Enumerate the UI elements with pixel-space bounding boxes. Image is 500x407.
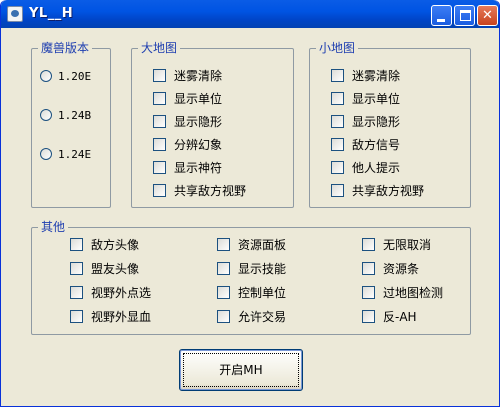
- mini-map-option[interactable]: 他人提示: [331, 160, 400, 176]
- maximize-icon: [460, 10, 471, 21]
- checkbox[interactable]: [70, 262, 83, 275]
- other-group-legend: 其他: [38, 220, 69, 234]
- mini-map-option[interactable]: 显示隐形: [331, 114, 400, 130]
- title-bar[interactable]: YL__H ✕: [1, 0, 499, 28]
- other-option[interactable]: 资源面板: [217, 237, 286, 253]
- other-option[interactable]: 盟友头像: [70, 261, 139, 277]
- checkbox[interactable]: [153, 115, 166, 128]
- checkbox[interactable]: [217, 286, 230, 299]
- checkbox[interactable]: [331, 115, 344, 128]
- checkbox[interactable]: [153, 184, 166, 197]
- checkbox[interactable]: [331, 161, 344, 174]
- checkbox[interactable]: [217, 262, 230, 275]
- checkbox[interactable]: [362, 286, 375, 299]
- checkbox[interactable]: [362, 238, 375, 251]
- big-map-group-legend: 大地图: [138, 41, 181, 55]
- minimize-icon: [437, 19, 445, 22]
- close-button[interactable]: ✕: [477, 5, 498, 26]
- other-option[interactable]: 资源条: [362, 261, 419, 277]
- other-option[interactable]: 允许交易: [217, 309, 286, 325]
- checkbox[interactable]: [70, 238, 83, 251]
- checkbox[interactable]: [153, 69, 166, 82]
- version-option-1.20e[interactable]: 1.20E: [40, 68, 91, 84]
- app-window: YL__H ✕ 魔兽版本 1.20E 1.24B 1.24E 大地图 迷雾清除 …: [0, 0, 500, 407]
- other-option[interactable]: 视野外点选: [70, 285, 151, 301]
- version-option-1.24e[interactable]: 1.24E: [40, 146, 91, 162]
- maximize-button[interactable]: [454, 5, 475, 26]
- close-icon: ✕: [482, 8, 493, 23]
- big-map-option[interactable]: 迷雾清除: [153, 68, 222, 84]
- version-group-legend: 魔兽版本: [38, 41, 93, 55]
- mini-map-option[interactable]: 共享敌方视野: [331, 183, 424, 199]
- mini-map-group: 小地图 迷雾清除 显示单位 显示隐形 敌方信号 他人提示 共享敌方视野: [309, 41, 471, 208]
- big-map-option[interactable]: 显示单位: [153, 91, 222, 107]
- radio-1.20e[interactable]: [40, 70, 52, 82]
- window-title: YL__H: [29, 6, 74, 21]
- checkbox[interactable]: [362, 262, 375, 275]
- checkbox[interactable]: [70, 286, 83, 299]
- version-option-1.24b[interactable]: 1.24B: [40, 107, 91, 123]
- start-mh-button[interactable]: 开启MH: [179, 349, 303, 391]
- checkbox[interactable]: [153, 138, 166, 151]
- checkbox[interactable]: [362, 310, 375, 323]
- checkbox[interactable]: [217, 238, 230, 251]
- mini-map-group-legend: 小地图: [316, 41, 359, 55]
- big-map-option[interactable]: 共享敌方视野: [153, 183, 246, 199]
- mini-map-option[interactable]: 迷雾清除: [331, 68, 400, 84]
- other-option[interactable]: 过地图检测: [362, 285, 443, 301]
- other-option[interactable]: 敌方头像: [70, 237, 139, 253]
- big-map-group: 大地图 迷雾清除 显示单位 显示隐形 分辨幻象 显示神符 共享敌方视野: [131, 41, 294, 208]
- checkbox[interactable]: [331, 69, 344, 82]
- minimize-button[interactable]: [431, 5, 452, 26]
- big-map-option[interactable]: 分辨幻象: [153, 137, 222, 153]
- radio-1.24e[interactable]: [40, 148, 52, 160]
- other-option[interactable]: 无限取消: [362, 237, 431, 253]
- client-area: 魔兽版本 1.20E 1.24B 1.24E 大地图 迷雾清除 显示单位 显示隐…: [4, 28, 497, 403]
- checkbox[interactable]: [331, 184, 344, 197]
- app-icon: [7, 6, 23, 22]
- big-map-option[interactable]: 显示隐形: [153, 114, 222, 130]
- checkbox[interactable]: [331, 92, 344, 105]
- checkbox[interactable]: [70, 310, 83, 323]
- big-map-option[interactable]: 显示神符: [153, 160, 222, 176]
- mini-map-option[interactable]: 敌方信号: [331, 137, 400, 153]
- checkbox[interactable]: [153, 92, 166, 105]
- checkbox[interactable]: [153, 161, 166, 174]
- radio-1.24b[interactable]: [40, 109, 52, 121]
- other-option[interactable]: 反-AH: [362, 309, 417, 325]
- other-option[interactable]: 显示技能: [217, 261, 286, 277]
- mini-map-option[interactable]: 显示单位: [331, 91, 400, 107]
- other-option[interactable]: 控制单位: [217, 285, 286, 301]
- checkbox[interactable]: [217, 310, 230, 323]
- version-group: 魔兽版本 1.20E 1.24B 1.24E: [31, 41, 111, 208]
- other-group: 其他 敌方头像 盟友头像 视野外点选 视野外显血 资源面板 显示技能 控制单位 …: [31, 220, 471, 335]
- checkbox[interactable]: [331, 138, 344, 151]
- other-option[interactable]: 视野外显血: [70, 309, 151, 325]
